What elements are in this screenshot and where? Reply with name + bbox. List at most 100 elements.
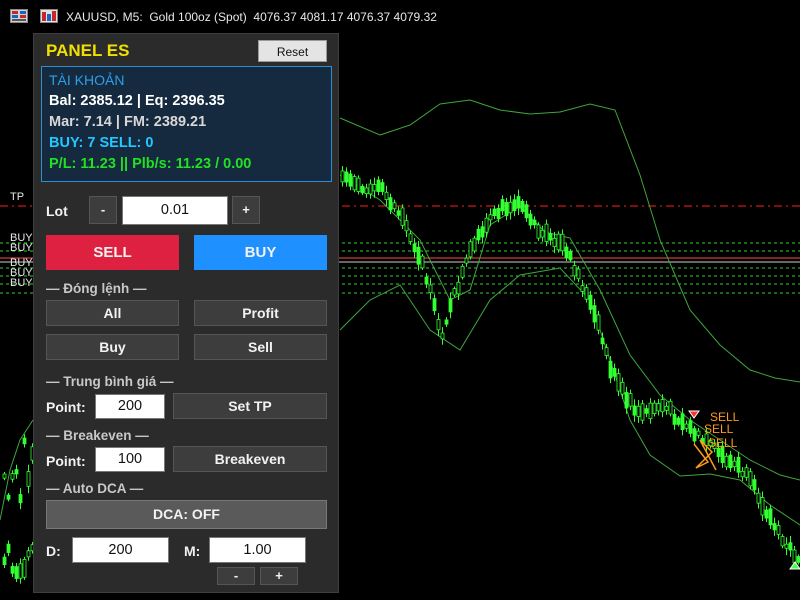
candle-body xyxy=(344,171,349,183)
breakeven-button[interactable]: Breakeven xyxy=(173,446,327,472)
candle-body xyxy=(568,250,573,261)
candle-body xyxy=(576,268,581,280)
close-buy-button[interactable]: Buy xyxy=(46,334,179,360)
breakeven-point-input[interactable]: 100 xyxy=(95,447,165,472)
reset-button[interactable]: Reset xyxy=(258,40,327,62)
dca-multiplier-input[interactable]: 1.00 xyxy=(209,537,306,563)
candle-body xyxy=(452,288,457,296)
trading-panel: PANEL ES Reset TÀI KHOẢN Bal: 2385.12 | … xyxy=(33,33,339,593)
candle-body xyxy=(14,469,19,475)
close-profit-button[interactable]: Profit xyxy=(194,300,327,326)
candle-body xyxy=(412,243,417,253)
dca-toggle-button[interactable]: DCA: OFF xyxy=(46,500,327,529)
margin-text: Mar: 7.14 | FM: 2389.21 xyxy=(49,114,207,130)
candle-body xyxy=(384,191,389,201)
candle-body xyxy=(456,281,461,295)
bollinger-lower-band xyxy=(339,267,800,526)
dca-multiplier-decrease-button[interactable]: - xyxy=(217,567,255,585)
chart-header: XAUUSD, M5: Gold 100oz (Spot) 4076.37 40… xyxy=(0,0,800,32)
candle-body xyxy=(476,228,481,241)
candle-body xyxy=(588,294,593,310)
candle-body xyxy=(784,543,789,549)
average-point-input[interactable]: 200 xyxy=(95,394,165,419)
candle-body xyxy=(564,246,569,259)
candle-body xyxy=(776,525,781,535)
candle-body xyxy=(348,173,353,187)
candle-body xyxy=(684,423,689,429)
candle-body xyxy=(768,508,773,526)
candle-body xyxy=(6,494,11,500)
candle-body xyxy=(616,373,621,392)
chart-menu-icon[interactable] xyxy=(10,9,28,23)
candle-body xyxy=(396,210,401,216)
candle-body xyxy=(788,542,793,551)
candle-body xyxy=(18,494,23,504)
candle-body xyxy=(772,523,777,531)
candle-body xyxy=(416,246,421,265)
candle-body xyxy=(608,360,613,379)
candle-body xyxy=(544,223,549,242)
breakeven-section-title: — Breakeven — xyxy=(46,428,149,443)
candle-body xyxy=(520,200,525,212)
candle-body xyxy=(10,565,15,574)
candle-body xyxy=(760,497,765,516)
candle-body xyxy=(736,456,741,473)
candle-body xyxy=(480,226,485,238)
candle-body xyxy=(408,233,413,242)
candle-body xyxy=(604,347,609,356)
candle-body xyxy=(556,233,561,251)
candle-body xyxy=(648,402,653,420)
chart-symbol-title: XAUUSD, M5: Gold 100oz (Spot) 4076.37 40… xyxy=(66,10,437,24)
average-section-title: — Trung bình giá — xyxy=(46,374,174,389)
candle-body xyxy=(620,381,625,395)
candle-body xyxy=(644,408,649,414)
candle-body xyxy=(756,492,761,504)
candle-body xyxy=(404,220,409,232)
candle-body xyxy=(628,393,633,407)
candle-body xyxy=(748,471,753,487)
candle-body xyxy=(660,399,665,413)
sell-button[interactable]: SELL xyxy=(46,235,179,270)
candle-body xyxy=(752,479,757,491)
candle-body xyxy=(400,207,405,226)
candle-body xyxy=(536,224,541,239)
candle-body xyxy=(548,233,553,241)
candle-body xyxy=(764,509,769,519)
candle-body xyxy=(680,413,685,431)
dca-distance-input[interactable]: 200 xyxy=(72,537,169,563)
candle-body xyxy=(364,187,369,195)
lot-label: Lot xyxy=(46,203,68,219)
lot-input[interactable]: 0.01 xyxy=(122,196,228,225)
candle-body xyxy=(360,186,365,194)
sell-annotation: SELL xyxy=(708,436,738,450)
candle-body xyxy=(356,177,361,192)
tp-side-label: TP xyxy=(10,191,25,203)
profit-loss-text: P/L: 11.23 || Plb/s: 11.23 / 0.00 xyxy=(49,156,252,172)
lot-increase-button[interactable]: + xyxy=(232,196,260,224)
candle-body xyxy=(6,543,11,553)
close-sell-button[interactable]: Sell xyxy=(194,334,327,360)
sell-annotation: SELL xyxy=(704,422,734,436)
candle-body xyxy=(440,332,445,340)
dca-multiplier-label: M: xyxy=(184,543,201,559)
candle-body xyxy=(580,285,585,292)
candle-body xyxy=(516,196,521,209)
panel-title: PANEL ES xyxy=(46,41,130,60)
close-all-button[interactable]: All xyxy=(46,300,179,326)
candle-body xyxy=(676,417,681,425)
dca-multiplier-increase-button[interactable]: + xyxy=(260,567,298,585)
balance-equity-text: Bal: 2385.12 | Eq: 2396.35 xyxy=(49,93,225,109)
set-tp-button[interactable]: Set TP xyxy=(173,393,327,419)
account-box: TÀI KHOẢN Bal: 2385.12 | Eq: 2396.35 Mar… xyxy=(41,66,332,182)
candle-body xyxy=(2,556,7,566)
candle-body xyxy=(696,430,701,436)
dca-distance-label: D: xyxy=(46,543,61,559)
candle-body xyxy=(632,405,637,416)
lot-decrease-button[interactable]: - xyxy=(89,196,117,224)
candle-body xyxy=(612,367,617,377)
candle-body xyxy=(444,319,449,325)
buy-button[interactable]: BUY xyxy=(194,235,327,270)
candle-body xyxy=(368,183,373,195)
candle-body xyxy=(508,201,513,214)
one-click-trading-icon[interactable] xyxy=(40,9,58,23)
